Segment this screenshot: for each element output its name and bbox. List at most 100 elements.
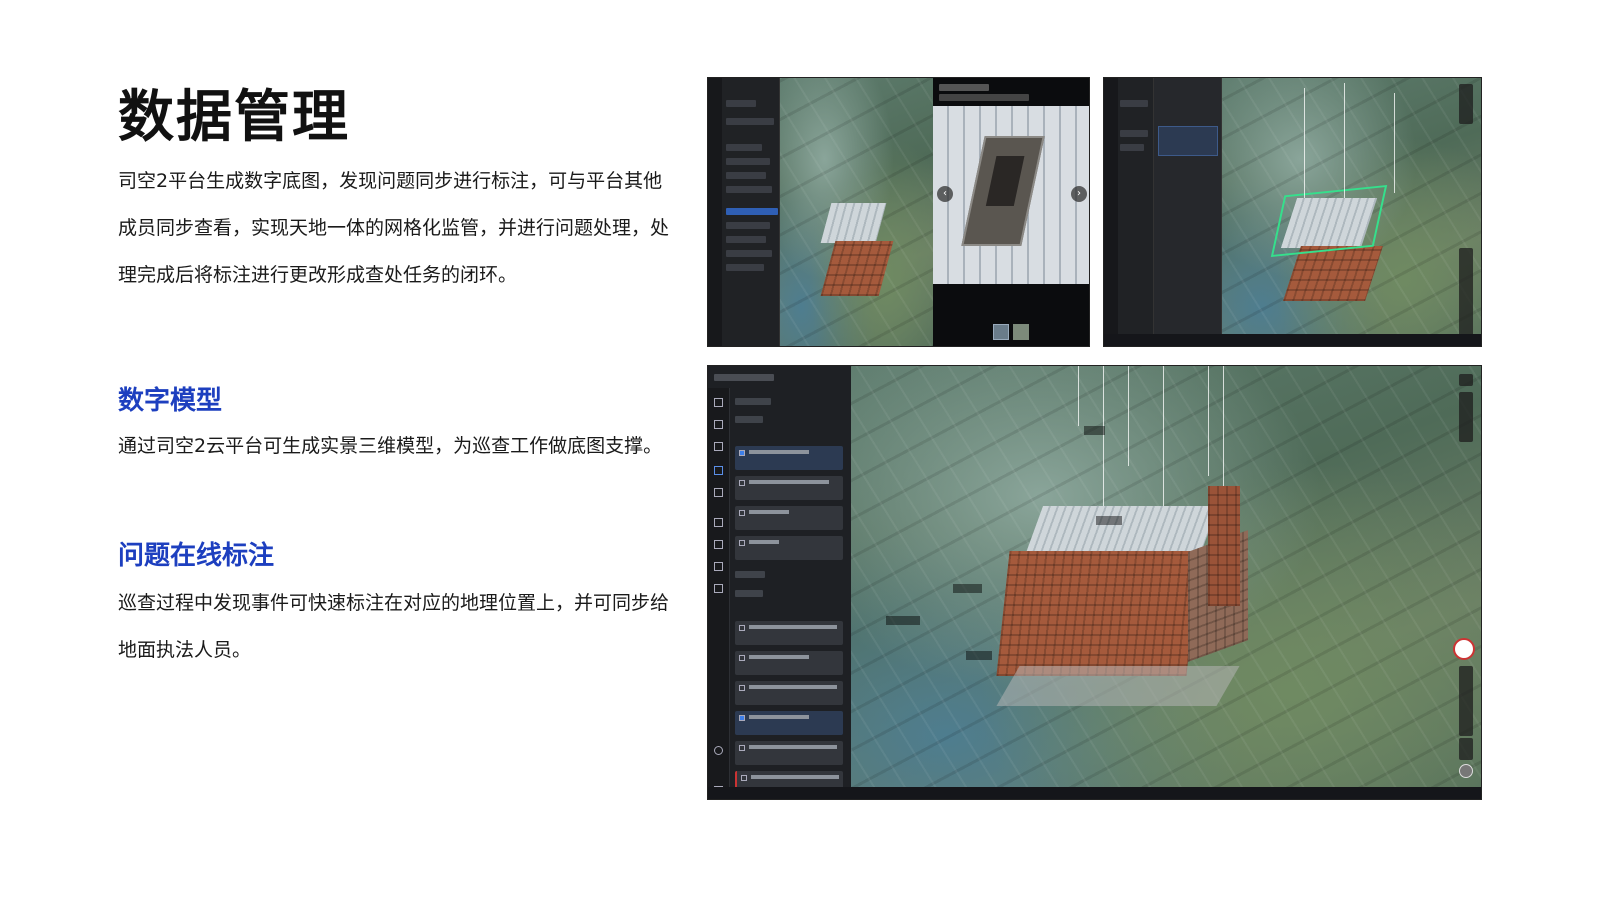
panel-icon-column: [708, 388, 730, 799]
section-body-online-annotation: 巡查过程中发现事件可快速标注在对应的地理位置上，并可同步给地面执法人员。: [118, 592, 670, 661]
list-item[interactable]: [1120, 130, 1148, 137]
drawing-tools[interactable]: [1459, 392, 1473, 442]
card-label-line: [749, 685, 837, 689]
screenshot-annotation-map: [1103, 77, 1482, 347]
card-label-line: [749, 625, 837, 629]
checkbox[interactable]: [739, 480, 745, 486]
globe-icon[interactable]: [714, 746, 723, 755]
photo-rooftop: [961, 136, 1045, 246]
tool-icon[interactable]: [714, 420, 723, 429]
list-item[interactable]: [726, 236, 766, 243]
model-card[interactable]: [735, 741, 843, 765]
map-controls[interactable]: [1459, 248, 1473, 338]
map-marker[interactable]: [886, 616, 920, 625]
checkbox[interactable]: [739, 510, 745, 516]
list-item[interactable]: [1120, 144, 1144, 151]
tool-icon[interactable]: [714, 518, 723, 527]
checkbox[interactable]: [741, 775, 747, 781]
checkbox[interactable]: [739, 745, 745, 751]
thumbnail[interactable]: [993, 324, 1009, 340]
tool-icon[interactable]: [714, 584, 723, 593]
checkbox[interactable]: [739, 625, 745, 631]
list-item[interactable]: [726, 100, 756, 107]
section-title-online-annotation: 问题在线标注: [118, 541, 275, 571]
sidebar-panel: [708, 78, 780, 346]
view-controls[interactable]: [1459, 666, 1473, 736]
photo-meta: [939, 94, 1029, 101]
search-button[interactable]: [1459, 374, 1473, 386]
pin-line: [1304, 88, 1305, 198]
filter-dropdown[interactable]: [735, 590, 763, 597]
checkbox[interactable]: [739, 685, 745, 691]
tool-icon[interactable]: [714, 442, 723, 451]
model-card[interactable]: [735, 476, 843, 500]
list-item[interactable]: [726, 158, 770, 165]
model-card-selected[interactable]: [735, 446, 843, 470]
sidebar-icon-column: [708, 78, 722, 346]
map-marker[interactable]: [966, 651, 993, 660]
layer-panel: [708, 366, 851, 799]
pin-line: [1208, 366, 1209, 476]
screenshot-annotation-photo: ‹ ›: [707, 77, 1090, 347]
list-item[interactable]: [726, 264, 764, 271]
map-marker[interactable]: [953, 584, 982, 593]
tool-icon-active[interactable]: [714, 466, 723, 475]
status-bar: [708, 787, 1481, 799]
list-item[interactable]: [1120, 100, 1148, 107]
tool-icon[interactable]: [714, 398, 723, 407]
annotation-polygon[interactable]: [1270, 184, 1388, 258]
zoom-controls[interactable]: [1459, 738, 1473, 760]
tool-icon[interactable]: [714, 488, 723, 497]
checkbox[interactable]: [739, 450, 745, 456]
model-card[interactable]: [735, 621, 843, 645]
checkbox[interactable]: [739, 715, 745, 721]
card-label-line: [749, 655, 809, 659]
map-marker[interactable]: [1084, 426, 1106, 435]
checkbox[interactable]: [739, 655, 745, 661]
annotation-detail-panel: [1154, 78, 1222, 346]
model-card[interactable]: [735, 651, 843, 675]
pin-line: [1344, 83, 1345, 198]
section-header-3d[interactable]: [735, 398, 771, 405]
building-roof: [820, 203, 887, 243]
building-model: [996, 551, 1200, 676]
next-photo-button[interactable]: ›: [1071, 186, 1087, 202]
filter-dropdown[interactable]: [735, 416, 763, 423]
panel-title: [714, 374, 774, 381]
model-card[interactable]: [735, 506, 843, 530]
card-label-line: [749, 450, 809, 454]
photo-courtyard: [985, 156, 1025, 206]
sidebar-panel: [1104, 78, 1154, 346]
prev-photo-button[interactable]: ‹: [937, 186, 953, 202]
card-label-line: [749, 480, 829, 484]
photo-image: [933, 106, 1089, 284]
section-header-2d[interactable]: [735, 571, 765, 578]
pin-line: [1128, 366, 1129, 466]
building-plaza: [996, 666, 1240, 706]
list-item[interactable]: [726, 172, 766, 179]
photo-title: [939, 84, 989, 91]
tool-icon[interactable]: [714, 562, 723, 571]
list-item[interactable]: [726, 118, 774, 125]
page-title: 数据管理: [118, 85, 350, 150]
compass-icon[interactable]: [1453, 638, 1475, 660]
model-card[interactable]: [735, 681, 843, 705]
list-item[interactable]: [726, 250, 772, 257]
annotation-card[interactable]: [1158, 126, 1218, 156]
card-label-line: [749, 715, 809, 719]
map-marker[interactable]: [1096, 516, 1123, 525]
model-card-selected[interactable]: [735, 711, 843, 735]
model-card[interactable]: [735, 536, 843, 560]
list-item[interactable]: [726, 222, 770, 229]
tool-icon[interactable]: [714, 540, 723, 549]
thumbnail[interactable]: [1013, 324, 1029, 340]
photo-viewer: ‹ ›: [933, 78, 1089, 346]
checkbox[interactable]: [739, 540, 745, 546]
list-item[interactable]: [726, 144, 762, 151]
map-tools[interactable]: [1459, 84, 1473, 124]
intro-paragraph: 司空2平台生成数字底图，发现问题同步进行标注，可与平台其他成员同步查看，实现天地…: [118, 170, 670, 286]
card-label-line: [749, 745, 837, 749]
list-item[interactable]: [726, 186, 772, 193]
list-item-selected[interactable]: [726, 208, 778, 215]
avatar[interactable]: [1459, 764, 1473, 778]
